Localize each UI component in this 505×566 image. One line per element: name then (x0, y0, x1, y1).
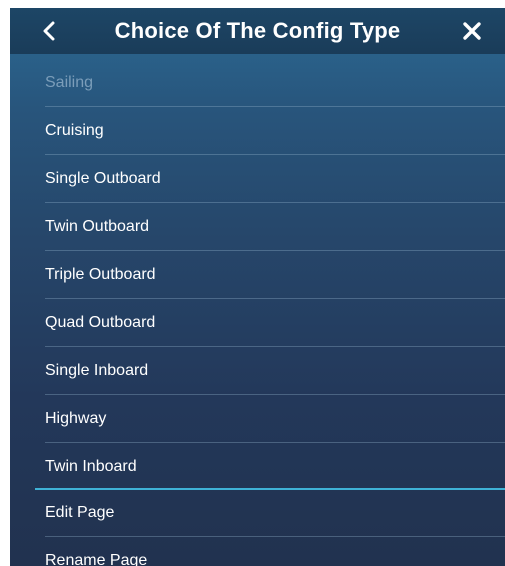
list-item-twin-outboard[interactable]: Twin Outboard (10, 203, 505, 251)
rename-page-button[interactable]: Rename Page (10, 537, 505, 566)
page-actions-list: Edit Page Rename Page (10, 489, 505, 566)
list-item-triple-outboard[interactable]: Triple Outboard (10, 251, 505, 299)
list-item-quad-outboard[interactable]: Quad Outboard (10, 299, 505, 347)
list-item-label: Edit Page (45, 504, 115, 521)
close-icon (463, 22, 481, 40)
list-item-single-outboard[interactable]: Single Outboard (10, 155, 505, 203)
list-item-label: Quad Outboard (45, 314, 156, 331)
edit-page-button[interactable]: Edit Page (10, 489, 505, 537)
list-item-label: Single Outboard (45, 170, 161, 187)
list-item-single-inboard[interactable]: Single Inboard (10, 347, 505, 395)
back-button[interactable] (32, 8, 66, 54)
list-item-label: Single Inboard (45, 362, 149, 379)
list-item-sailing: Sailing (10, 59, 505, 107)
dialog-title: Choice Of The Config Type (114, 18, 401, 43)
list-item-highway[interactable]: Highway (10, 395, 505, 443)
list-item-label: Triple Outboard (45, 266, 156, 283)
list-item-label: Rename Page (45, 552, 148, 566)
list-item-label: Twin Outboard (45, 218, 150, 235)
list-item-label: Highway (45, 410, 107, 427)
dialog-header: Choice Of The Config Type (10, 8, 505, 54)
config-type-dialog: Choice Of The Config Type Sailing Cruisi… (10, 8, 505, 566)
close-button[interactable] (453, 8, 491, 54)
list-item-label: Cruising (45, 122, 104, 139)
config-type-list: Sailing Cruising Single Outboard Twin Ou… (10, 59, 505, 491)
list-item-label: Twin Inboard (45, 458, 137, 475)
list-item-twin-inboard[interactable]: Twin Inboard (10, 443, 505, 491)
list-item-label: Sailing (45, 74, 94, 91)
list-item-cruising[interactable]: Cruising (10, 107, 505, 155)
chevron-left-icon (43, 21, 55, 41)
